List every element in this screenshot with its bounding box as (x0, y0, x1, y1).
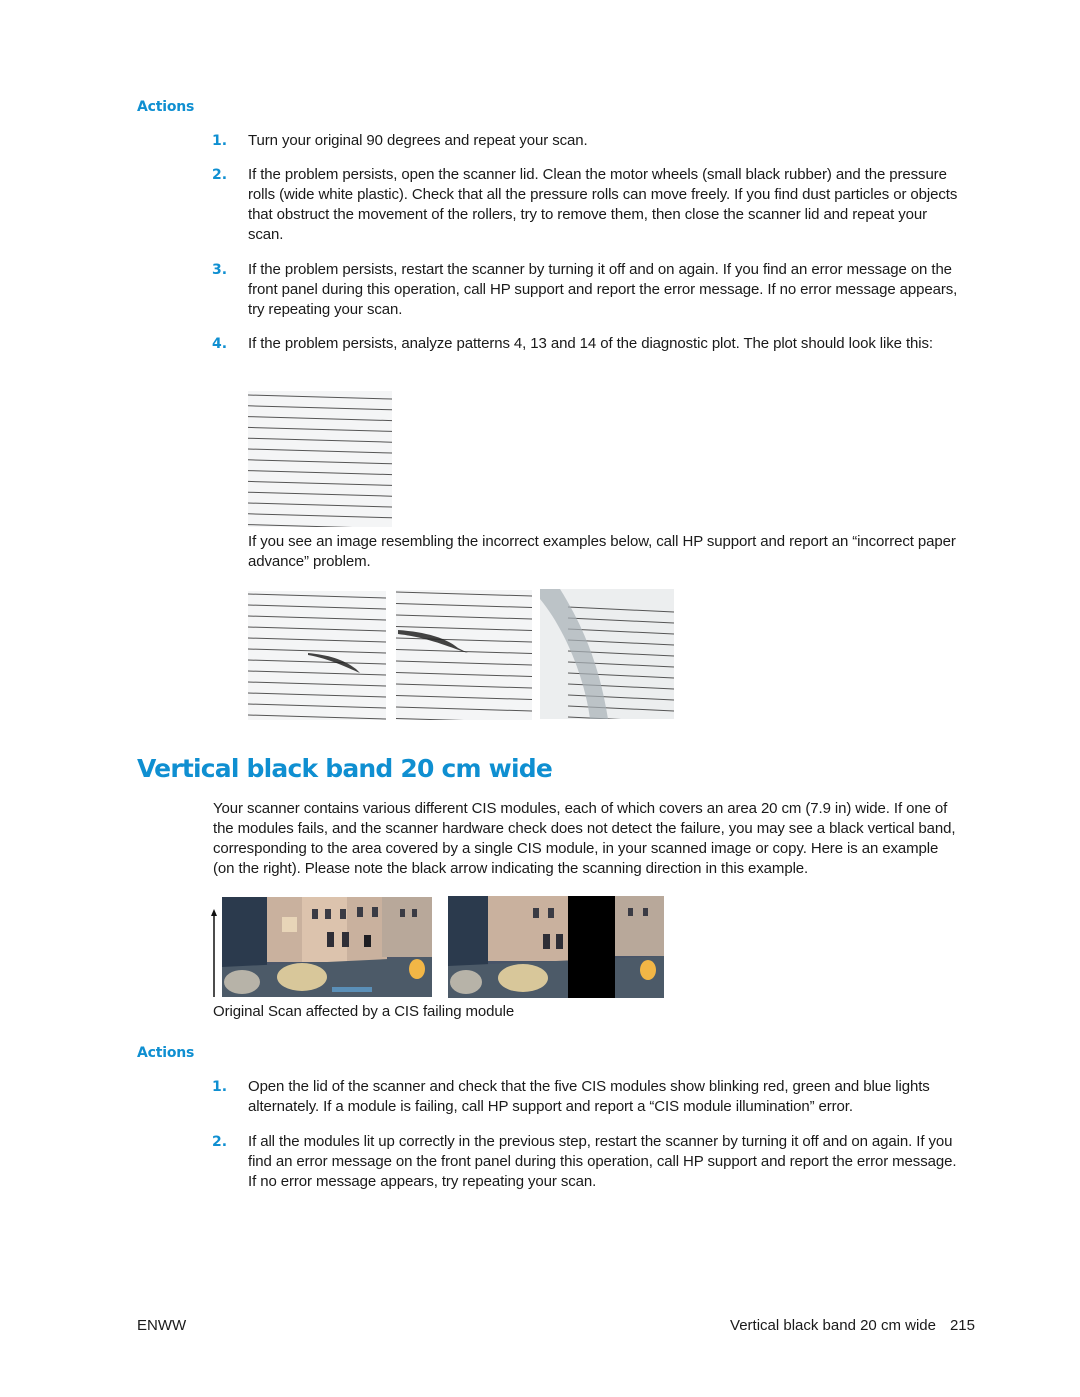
actions-heading: Actions (137, 99, 195, 115)
list-item: 1. Open the lid of the scanner and check… (212, 1077, 972, 1117)
original-scan-image (222, 897, 432, 997)
page-number: 215 (949, 1317, 975, 1334)
step-text: Turn your original 90 degrees and repeat… (248, 132, 588, 149)
step-number: 1. (212, 1079, 228, 1095)
section-title: Vertical black band 20 cm wide (137, 754, 553, 783)
step-number: 4. (212, 336, 228, 352)
step-text: If the problem persists, open the scanne… (248, 166, 958, 243)
step-number: 1. (212, 133, 228, 149)
step-text: If all the modules lit up correctly in t… (248, 1133, 957, 1190)
step-text: If the problem persists, restart the sca… (248, 261, 958, 318)
list-item: 3. If the problem persists, restart the … (212, 260, 972, 320)
step-number: 2. (212, 1134, 228, 1150)
footer-locale: ENWW (137, 1317, 187, 1334)
diagnostic-plot-incorrect-image-3 (540, 589, 674, 719)
list-item: 2. If all the modules lit up correctly i… (212, 1132, 972, 1192)
footer-section-title: Vertical black band 20 cm wide (730, 1317, 936, 1334)
diagnostic-plot-incorrect-image-2 (396, 590, 532, 720)
step-text: Open the lid of the scanner and check th… (248, 1078, 930, 1115)
list-item: 1. Turn your original 90 degrees and rep… (212, 131, 972, 151)
affected-scan-image (448, 896, 664, 998)
step-number: 2. (212, 167, 228, 183)
scan-direction-arrow-icon (211, 909, 217, 997)
black-band (568, 896, 615, 998)
list-item: 4. If the problem persists, analyze patt… (212, 334, 972, 354)
diagnostic-plot-correct-image (248, 391, 392, 527)
actions-heading: Actions (137, 1045, 195, 1061)
figure-caption: Original Scan affected by a CIS failing … (213, 1003, 515, 1020)
step-number: 3. (212, 262, 228, 278)
diagnostic-plot-incorrect-image-1 (248, 591, 386, 720)
section-intro: Your scanner contains various different … (213, 800, 956, 877)
incorrect-note: If you see an image resembling the incor… (248, 533, 956, 570)
footer-right: Vertical black band 20 cm wide 215 (730, 1317, 975, 1334)
step-text: If the problem persists, analyze pattern… (248, 335, 933, 352)
list-item: 2. If the problem persists, open the sca… (212, 165, 972, 245)
